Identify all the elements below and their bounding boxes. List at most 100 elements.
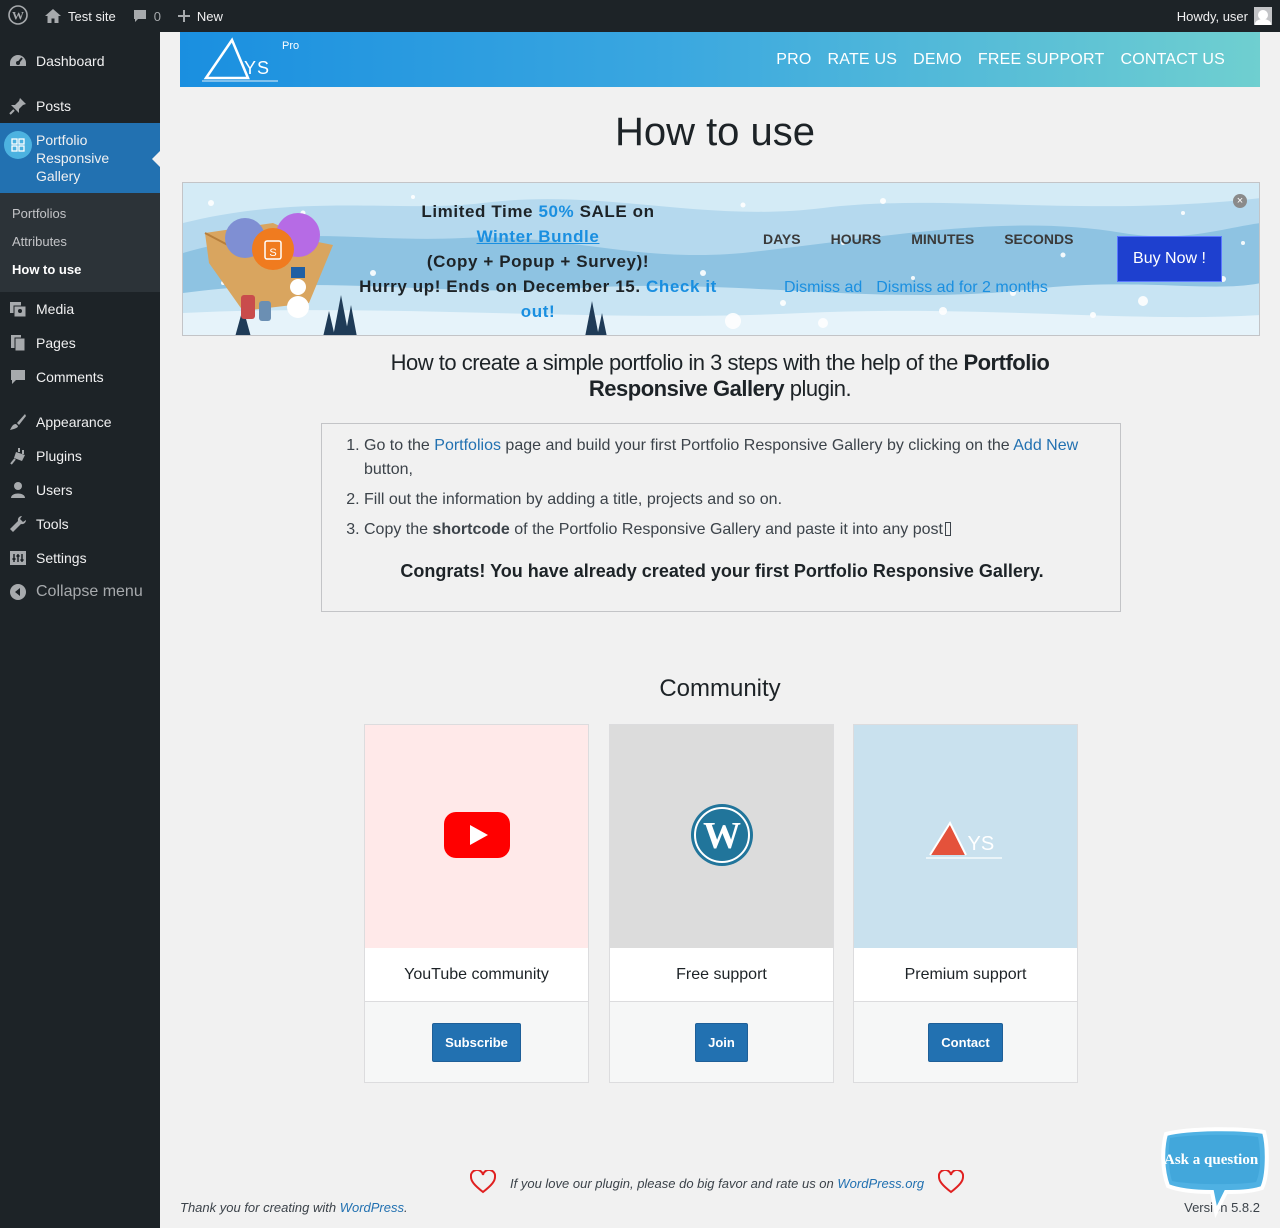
buy-now-button[interactable]: Buy Now ! <box>1117 236 1222 282</box>
step-2: Fill out the information by adding a tit… <box>364 488 1084 512</box>
nav-rate-us[interactable]: RATE US <box>828 51 898 69</box>
comments-count: 0 <box>153 8 161 24</box>
media-icon <box>8 299 28 319</box>
menu-label: Plugins <box>36 448 82 464</box>
plugin-header: YS Pro PRO RATE US DEMO FREE SUPPORT CON… <box>180 32 1260 87</box>
footer-thanks-text: Thank you for creating with <box>180 1200 340 1215</box>
add-new-link[interactable]: Add New <box>1013 437 1078 454</box>
logo-text: YS <box>244 58 271 78</box>
join-button[interactable]: Join <box>695 1022 748 1062</box>
menu-tools[interactable]: Tools <box>0 507 160 541</box>
menu-users[interactable]: Users <box>0 473 160 507</box>
card-youtube: YouTube community Subscribe <box>364 724 589 1083</box>
pages-icon <box>8 333 28 353</box>
portfolios-link[interactable]: Portfolios <box>434 437 501 454</box>
brush-icon <box>8 412 28 432</box>
collapse-menu-button[interactable]: Collapse menu <box>0 575 160 609</box>
dismiss-ad-link[interactable]: Dismiss ad <box>784 279 862 297</box>
step-1-text-a: Go to the <box>364 437 435 454</box>
submenu-portfolios[interactable]: Portfolios <box>0 200 160 228</box>
comments-icon <box>8 367 28 387</box>
nav-free-support[interactable]: FREE SUPPORT <box>978 51 1105 69</box>
step-3-text-b: of the Portfolio Responsive Gallery and … <box>509 521 943 538</box>
site-name: Test site <box>68 8 116 24</box>
missing-glyph-icon <box>944 522 951 536</box>
contact-button[interactable]: Contact <box>928 1022 1003 1062</box>
dashboard-icon <box>8 51 28 71</box>
menu-label: Pages <box>36 335 76 351</box>
menu-label: Comments <box>36 369 104 385</box>
plugin-icon <box>8 446 28 466</box>
intro-text-b: plugin. <box>784 376 852 401</box>
ask-question-widget[interactable]: Ask a question <box>1160 1126 1272 1219</box>
footer-wordpress-link[interactable]: WordPress <box>340 1200 404 1215</box>
wordpress-logo-icon: W <box>8 4 28 28</box>
menu-settings[interactable]: Settings <box>0 541 160 575</box>
sale-line1-b: SALE on <box>574 202 655 221</box>
card-footer: Join <box>610 1002 833 1082</box>
wordpress-logo-icon: W <box>689 802 755 871</box>
heart-icon <box>469 1168 497 1197</box>
menu-label: Appearance <box>36 414 112 430</box>
menu-label: Dashboard <box>36 53 105 69</box>
comments-link[interactable]: 0 <box>124 0 169 32</box>
settings-icon <box>8 548 28 568</box>
wordpress-logo-button[interactable]: W <box>0 0 36 32</box>
step-1: Go to the Portfolios page and build your… <box>364 434 1084 482</box>
card-name: Premium support <box>854 948 1077 1002</box>
plugin-nav: PRO RATE US DEMO FREE SUPPORT CONTACT US <box>776 32 1225 87</box>
page-title: How to use <box>614 110 816 154</box>
nav-demo[interactable]: DEMO <box>913 51 962 69</box>
home-icon <box>44 8 62 24</box>
ays-logo-icon: YS <box>925 813 1006 861</box>
card-name: Free support <box>610 948 833 1002</box>
step-1-text-c: button, <box>364 461 413 478</box>
new-content-link[interactable]: New <box>169 0 231 32</box>
footer-thanks: Thank you for creating with WordPress. <box>180 1200 408 1215</box>
sale-text: Limited Time 50% SALE on Winter Bundle (… <box>358 199 718 324</box>
menu-label: Portfolio Responsive Gallery <box>36 132 110 184</box>
wrench-icon <box>8 514 28 534</box>
wordpress-org-link[interactable]: WordPress.org <box>837 1176 924 1191</box>
card-name: YouTube community <box>365 948 588 1002</box>
close-icon[interactable]: × <box>1233 194 1247 208</box>
submenu-attributes[interactable]: Attributes <box>0 228 160 256</box>
intro-heading: How to create a simple portfolio in 3 st… <box>340 350 1100 402</box>
nav-pro[interactable]: PRO <box>776 51 811 69</box>
menu-label: Media <box>36 301 75 317</box>
card-premium-support: YS Premium support Contact <box>853 724 1078 1083</box>
menu-pages[interactable]: Pages <box>0 326 160 360</box>
steps-box: Go to the Portfolios page and build your… <box>321 423 1121 612</box>
footer-period: . <box>404 1200 408 1215</box>
gallery-icon <box>4 131 32 159</box>
menu-plugins[interactable]: Plugins <box>0 439 160 473</box>
menu-label: Tools <box>36 516 69 532</box>
countdown-days: DAYS <box>763 231 801 247</box>
subscribe-button[interactable]: Subscribe <box>432 1022 521 1062</box>
menu-appearance[interactable]: Appearance <box>0 405 160 439</box>
avatar <box>1254 7 1272 25</box>
my-account-link[interactable]: Howdy, user <box>1169 0 1280 32</box>
community-title: Community <box>659 675 781 702</box>
intro-text-a: How to create a simple portfolio in 3 st… <box>390 350 964 375</box>
winter-bundle-link[interactable]: Winter Bundle <box>477 227 600 246</box>
submenu-how-to-use[interactable]: How to use <box>0 256 160 284</box>
site-name-link[interactable]: Test site <box>36 0 124 32</box>
logo-pro-badge: Pro <box>282 40 300 52</box>
menu-media[interactable]: Media <box>0 292 160 326</box>
menu-comments[interactable]: Comments <box>0 360 160 394</box>
ays-logo[interactable]: YS Pro <box>202 36 299 84</box>
winter-scene-illustration: S <box>183 183 1259 335</box>
menu-portfolio-responsive-gallery[interactable]: Portfolio Responsive Gallery <box>0 123 160 193</box>
countdown-timer: DAYS HOURS MINUTES SECONDS <box>763 231 1073 247</box>
svg-text:S: S <box>269 247 276 259</box>
sale-line4: Hurry up! Ends on December 15. <box>359 277 646 296</box>
menu-label: Users <box>36 482 73 498</box>
svg-text:W: W <box>703 815 741 857</box>
admin-sidebar: Dashboard Posts Portfolio Responsive Gal… <box>0 32 160 1228</box>
nav-contact-us[interactable]: CONTACT US <box>1120 51 1225 69</box>
steps-list: Go to the Portfolios page and build your… <box>364 434 1084 548</box>
menu-dashboard[interactable]: Dashboard <box>0 44 160 78</box>
menu-posts[interactable]: Posts <box>0 89 160 123</box>
dismiss-ad-2-months-link[interactable]: Dismiss ad for 2 months <box>876 279 1048 297</box>
